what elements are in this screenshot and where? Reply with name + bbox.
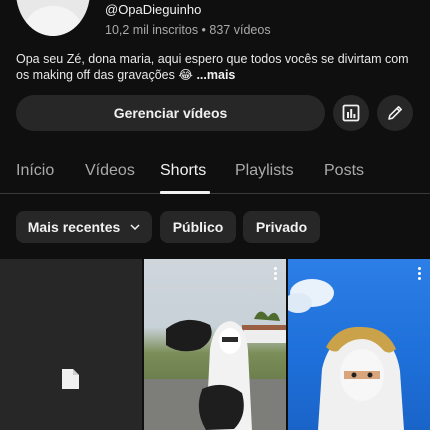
sort-dropdown-label: Mais recentes (27, 219, 121, 235)
filter-private-chip[interactable]: Privado (243, 211, 320, 243)
more-options-icon[interactable] (272, 267, 278, 283)
thumbnail-image (144, 311, 286, 430)
avatar-figure (22, 6, 84, 36)
channel-handle: @OpaDieguinho (105, 2, 202, 17)
manage-videos-button[interactable]: Gerenciar vídeos (16, 95, 325, 131)
short-thumbnail[interactable] (144, 259, 286, 430)
channel-description[interactable]: Opa seu Zé, dona maria, aqui espero que … (16, 52, 416, 83)
pencil-icon (388, 106, 402, 120)
sort-dropdown[interactable]: Mais recentes (16, 211, 152, 243)
file-icon (62, 369, 79, 389)
edit-channel-button[interactable] (377, 95, 413, 131)
chevron-down-icon (130, 224, 140, 230)
tab-inicio[interactable]: Início (16, 162, 54, 180)
tab-shorts[interactable]: Shorts (160, 162, 206, 180)
tab-posts[interactable]: Posts (324, 162, 364, 180)
channel-avatar[interactable] (16, 0, 90, 36)
tab-videos[interactable]: Vídeos (85, 162, 135, 180)
analytics-icon (342, 104, 360, 122)
analytics-button[interactable] (333, 95, 369, 131)
description-more-link[interactable]: ...mais (196, 68, 235, 82)
active-tab-indicator (160, 191, 210, 194)
filter-public-chip[interactable]: Público (160, 211, 236, 243)
channel-tabs: Início Vídeos Shorts Playlists Posts (0, 152, 430, 194)
shorts-grid (0, 259, 430, 430)
tab-playlists[interactable]: Playlists (235, 162, 294, 180)
short-thumbnail[interactable] (0, 259, 142, 430)
short-thumbnail[interactable] (288, 259, 430, 430)
channel-stats: 10,2 mil inscritos • 837 vídeos (105, 23, 271, 37)
thumbnail-image (288, 279, 404, 430)
more-options-icon[interactable] (416, 267, 422, 283)
